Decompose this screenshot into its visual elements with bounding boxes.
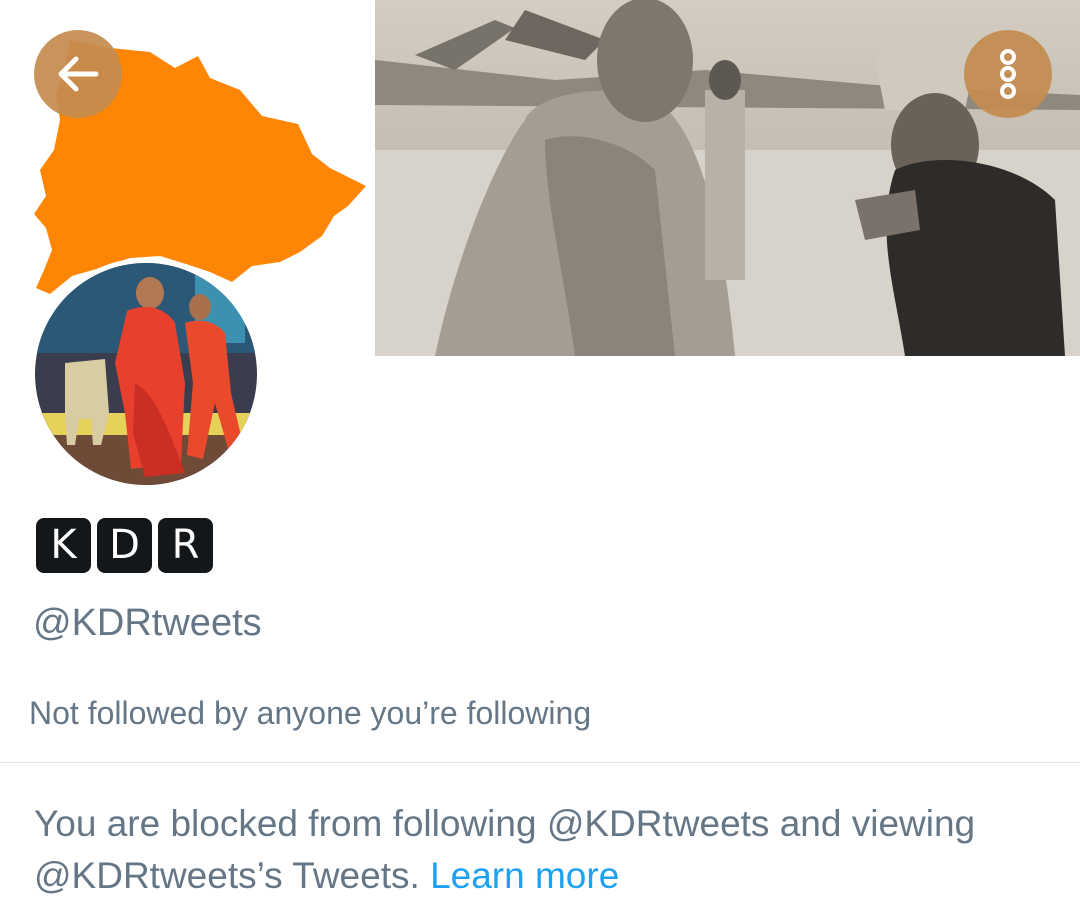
display-name: K D R <box>36 518 213 573</box>
name-letter-tile: D <box>97 518 152 573</box>
divider <box>0 762 1080 763</box>
blocked-notice: You are blocked from following @KDRtweet… <box>34 798 1064 902</box>
name-letter-tile: K <box>36 518 91 573</box>
back-button[interactable] <box>34 30 122 118</box>
profile-avatar[interactable] <box>30 258 262 490</box>
followers-you-know[interactable]: Not followed by anyone you’re following <box>29 695 591 732</box>
vertical-dots-icon <box>1000 49 1016 99</box>
learn-more-link[interactable]: Learn more <box>430 855 619 896</box>
more-options-button[interactable] <box>964 30 1052 118</box>
avatar-image <box>35 263 257 485</box>
arrow-left-icon <box>58 56 99 92</box>
name-letter-tile: R <box>158 518 213 573</box>
profile-handle: @KDRtweets <box>33 602 262 644</box>
